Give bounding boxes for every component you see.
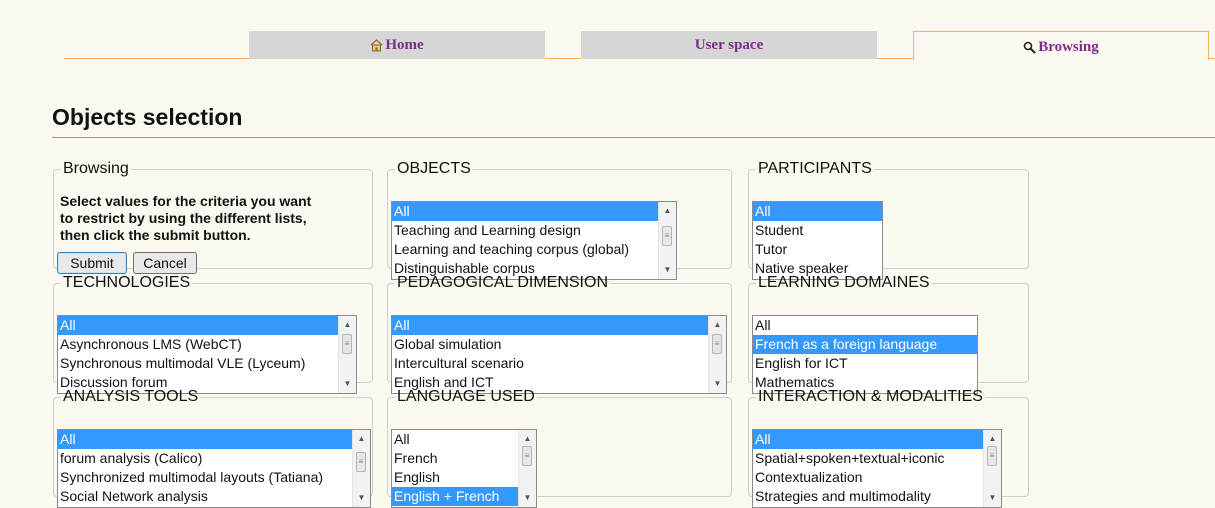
tab-home-label: Home <box>385 36 424 53</box>
learning-domaines-legend: LEARNING DOMAINES <box>758 274 930 291</box>
list-option[interactable]: French <box>392 449 536 468</box>
browsing-panel: Browsing Select values for the criteria … <box>53 160 373 274</box>
instruction-line-2: to restrict by using the different lists… <box>60 210 307 226</box>
list-option[interactable]: All <box>753 202 882 221</box>
list-option[interactable]: Contextualization <box>753 468 1001 487</box>
page-title: Objects selection <box>52 104 243 130</box>
analysis-tools-listbox[interactable]: All forum analysis (Calico) Synchronized… <box>57 429 371 508</box>
list-option[interactable]: All <box>753 430 1001 449</box>
objects-listbox[interactable]: All Teaching and Learning design Learnin… <box>391 201 677 280</box>
learning-domaines-filter: LEARNING DOMAINES All French as a foreig… <box>748 274 1029 394</box>
list-option[interactable]: Asynchronous LMS (WebCT) <box>58 335 356 354</box>
list-option[interactable]: Tutor <box>753 240 882 259</box>
list-option[interactable]: All <box>392 430 536 449</box>
learning-domaines-listbox[interactable]: All French as a foreign language English… <box>752 315 978 394</box>
pedagogical-dimension-legend: PEDAGOGICAL DIMENSION <box>397 274 608 291</box>
tab-home[interactable]: Home <box>249 31 545 59</box>
list-option[interactable]: All <box>58 316 356 335</box>
scroll-down-icon[interactable]: ▼ <box>519 493 536 503</box>
language-used-listbox[interactable]: All French English English + French ▲ ≡ … <box>391 429 537 508</box>
list-option[interactable]: Synchronous multimodal VLE (Lyceum) <box>58 354 356 373</box>
scroll-down-icon[interactable]: ▼ <box>659 265 676 275</box>
tab-browsing-label: Browsing <box>1038 38 1099 55</box>
scrollbar[interactable]: ▲ ≡ ▼ <box>708 316 726 393</box>
list-option[interactable]: All <box>753 316 977 335</box>
list-option[interactable]: English + French <box>392 487 536 506</box>
scroll-up-icon[interactable]: ▲ <box>339 320 356 330</box>
list-option[interactable]: Social Network analysis <box>58 487 370 506</box>
scroll-up-icon[interactable]: ▲ <box>659 206 676 216</box>
list-option[interactable]: French as a foreign language <box>753 335 977 354</box>
browsing-instructions: Select values for the criteria you want … <box>60 193 311 244</box>
scrollbar[interactable]: ▲ ≡ ▼ <box>352 430 370 507</box>
scroll-thumb[interactable]: ≡ <box>662 226 672 246</box>
list-option[interactable]: Strategies and multimodality <box>753 487 1001 506</box>
participants-listbox[interactable]: All Student Tutor Native speaker <box>752 201 883 280</box>
scroll-down-icon[interactable]: ▼ <box>709 379 726 389</box>
objects-legend: OBJECTS <box>397 160 471 177</box>
scroll-thumb[interactable]: ≡ <box>522 446 532 466</box>
scrollbar[interactable]: ▲ ≡ ▼ <box>983 430 1001 507</box>
list-option[interactable]: All <box>392 316 726 335</box>
scroll-thumb[interactable]: ≡ <box>356 452 366 472</box>
scroll-up-icon[interactable]: ▲ <box>984 434 1001 444</box>
technologies-legend: TECHNOLOGIES <box>63 274 191 291</box>
analysis-tools-filter: ANALYSIS TOOLS All forum analysis (Calic… <box>53 388 373 508</box>
objects-filter: OBJECTS All Teaching and Learning design… <box>387 160 732 280</box>
scroll-up-icon[interactable]: ▲ <box>709 320 726 330</box>
scrollbar[interactable]: ▲ ≡ ▼ <box>658 202 676 279</box>
interaction-modalities-listbox[interactable]: All Spatial+spoken+textual+iconic Contex… <box>752 429 1002 508</box>
cancel-button[interactable]: Cancel <box>133 252 197 274</box>
scroll-up-icon[interactable]: ▲ <box>519 434 536 444</box>
analysis-tools-legend: ANALYSIS TOOLS <box>63 388 199 405</box>
search-icon <box>1023 41 1036 54</box>
list-option[interactable]: Student <box>753 221 882 240</box>
technologies-filter: TECHNOLOGIES All Asynchronous LMS (WebCT… <box>53 274 373 394</box>
scrollbar[interactable]: ▲ ≡ ▼ <box>518 430 536 507</box>
tab-browsing[interactable]: Browsing <box>913 31 1209 60</box>
list-option[interactable]: All <box>392 202 676 221</box>
pedagogical-dimension-filter: PEDAGOGICAL DIMENSION All Global simulat… <box>387 274 732 394</box>
language-used-filter: LANGUAGE USED All French English English… <box>387 388 732 508</box>
list-option[interactable]: English for ICT <box>753 354 977 373</box>
participants-legend: PARTICIPANTS <box>758 160 872 177</box>
scroll-thumb[interactable]: ≡ <box>342 334 352 354</box>
list-option[interactable]: Learning and teaching corpus (global) <box>392 240 676 259</box>
technologies-listbox[interactable]: All Asynchronous LMS (WebCT) Synchronous… <box>57 315 357 394</box>
language-used-legend: LANGUAGE USED <box>397 388 535 405</box>
title-divider <box>52 137 1215 138</box>
list-option[interactable]: Global simulation <box>392 335 726 354</box>
home-icon <box>370 38 383 52</box>
scroll-down-icon[interactable]: ▼ <box>353 493 370 503</box>
scroll-thumb[interactable]: ≡ <box>987 446 997 466</box>
scroll-up-icon[interactable]: ▲ <box>353 434 370 444</box>
participants-filter: PARTICIPANTS All Student Tutor Native sp… <box>748 160 1029 280</box>
instruction-line-3: then click the submit button. <box>60 227 251 243</box>
list-option[interactable]: Intercultural scenario <box>392 354 726 373</box>
list-option[interactable]: forum analysis (Calico) <box>58 449 370 468</box>
list-option[interactable]: All <box>58 430 370 449</box>
interaction-modalities-legend: INTERACTION & MODALITIES <box>758 388 983 405</box>
scrollbar[interactable]: ▲ ≡ ▼ <box>338 316 356 393</box>
scroll-down-icon[interactable]: ▼ <box>984 493 1001 503</box>
interaction-modalities-filter: INTERACTION & MODALITIES All Spatial+spo… <box>748 388 1029 508</box>
browsing-legend: Browsing <box>63 160 129 177</box>
list-option[interactable]: English <box>392 468 536 487</box>
list-option[interactable]: Teaching and Learning design <box>392 221 676 240</box>
tab-user-space-label: User space <box>694 36 764 53</box>
list-option[interactable]: Synchronized multimodal layouts (Tatiana… <box>58 468 370 487</box>
pedagogical-dimension-listbox[interactable]: All Global simulation Intercultural scen… <box>391 315 727 394</box>
scroll-thumb[interactable]: ≡ <box>712 334 722 354</box>
list-option[interactable]: Spatial+spoken+textual+iconic <box>753 449 1001 468</box>
scroll-down-icon[interactable]: ▼ <box>339 379 356 389</box>
tab-user-space[interactable]: User space <box>581 31 877 59</box>
submit-button[interactable]: Submit <box>57 252 127 274</box>
instruction-line-1: Select values for the criteria you want <box>60 193 312 209</box>
